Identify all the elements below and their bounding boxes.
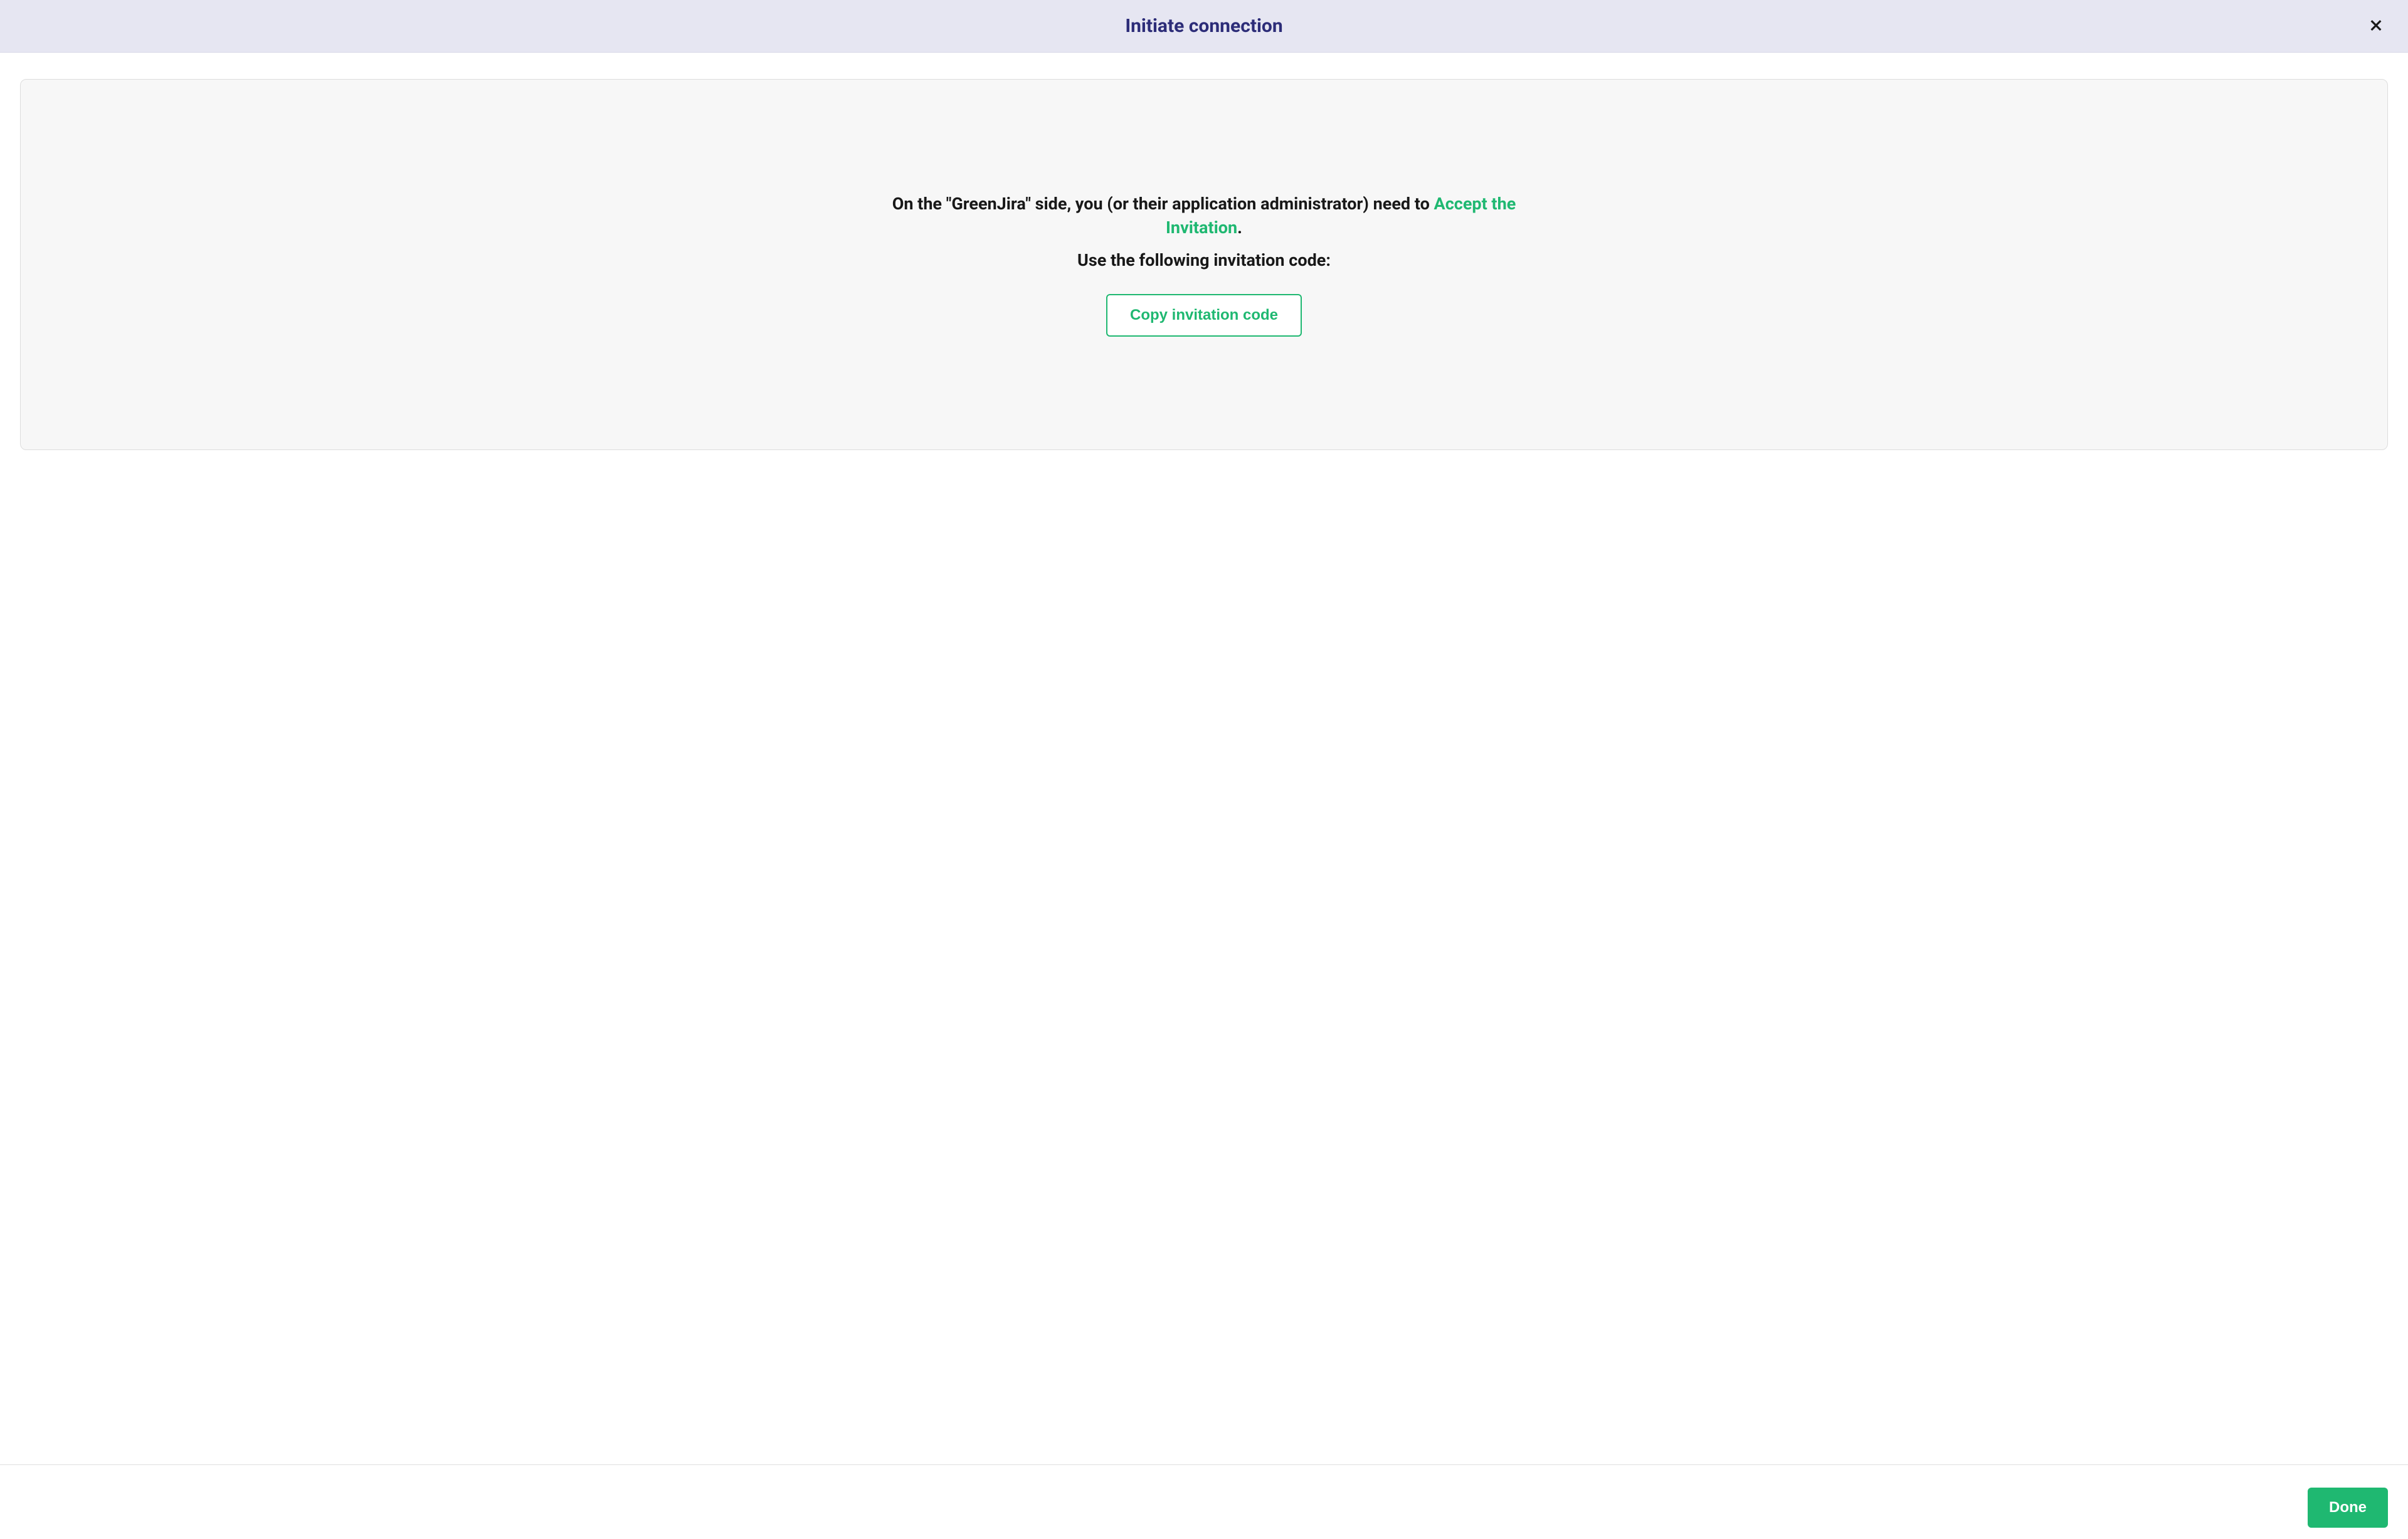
sub-instruction: Use the following invitation code: xyxy=(1077,250,1331,270)
content-box: On the "GreenJira" side, you (or their a… xyxy=(20,79,2388,450)
copy-invitation-code-button[interactable]: Copy invitation code xyxy=(1106,294,1302,337)
dialog-body: On the "GreenJira" side, you (or their a… xyxy=(0,53,2408,1464)
dialog-header: Initiate connection xyxy=(0,0,2408,53)
done-button[interactable]: Done xyxy=(2308,1488,2388,1528)
instruction-prefix: On the "GreenJira" side, you (or their a… xyxy=(892,194,1434,214)
close-button[interactable] xyxy=(2364,13,2388,39)
close-icon xyxy=(2369,18,2383,34)
instruction-text: On the "GreenJira" side, you (or their a… xyxy=(890,192,1518,240)
dialog-footer: Done xyxy=(0,1464,2408,1539)
dialog-title: Initiate connection xyxy=(1125,15,1282,37)
instruction-suffix: . xyxy=(1237,218,1242,238)
